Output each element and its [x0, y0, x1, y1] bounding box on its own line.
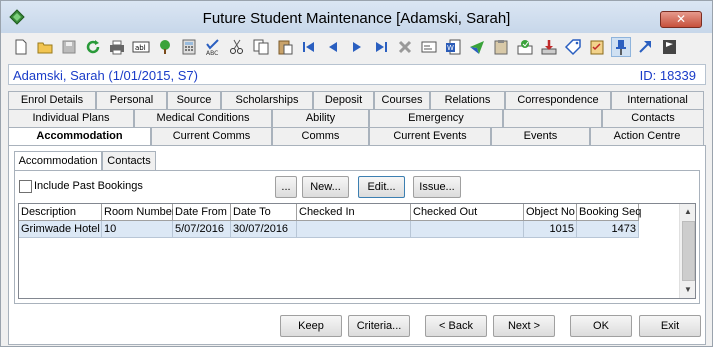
col-checked-out[interactable]: Checked Out [411, 204, 524, 221]
student-name: Adamski, Sarah (1/01/2015, S7) [13, 68, 198, 83]
cell-room-number: 10 [102, 221, 173, 238]
issue-button[interactable]: Issue... [413, 176, 461, 198]
pin-icon[interactable] [611, 37, 631, 57]
tab-row-3: Accommodation Current Comms Comms Curren… [8, 127, 706, 146]
edit-button[interactable]: Edit... [358, 176, 405, 198]
cell-object-no: 1015 [524, 221, 577, 238]
checklist-icon[interactable] [587, 37, 607, 57]
cell-date-to: 30/07/2016 [231, 221, 297, 238]
col-object-no[interactable]: Object No [524, 204, 577, 221]
print-icon[interactable] [107, 37, 127, 57]
tab-enrol-details[interactable]: Enrol Details [8, 91, 96, 109]
last-record-icon[interactable] [371, 37, 391, 57]
arrow-icon[interactable] [635, 37, 655, 57]
tab-scholarships[interactable]: Scholarships [221, 91, 313, 109]
tab-medical-conditions[interactable]: Medical Conditions [134, 109, 272, 127]
tab-courses[interactable]: Courses [374, 91, 430, 109]
cell-checked-in [297, 221, 411, 238]
calculator-icon[interactable] [179, 37, 199, 57]
tab-individual-plans[interactable]: Individual Plans [8, 109, 134, 127]
next-record-icon[interactable] [347, 37, 367, 57]
svg-text:abl: abl [135, 44, 146, 52]
window-title: Future Student Maintenance [Adamski, Sar… [202, 10, 511, 27]
cut-icon[interactable] [227, 37, 247, 57]
title-bar: Future Student Maintenance [Adamski, Sar… [1, 1, 712, 33]
save-icon[interactable] [59, 37, 79, 57]
subtab-contacts[interactable]: Contacts [102, 151, 156, 170]
tab-contacts[interactable]: Contacts [602, 109, 704, 127]
clipboard-icon[interactable] [491, 37, 511, 57]
tab-source[interactable]: Source [167, 91, 221, 109]
student-header: Adamski, Sarah (1/01/2015, S7) ID: 18339 [8, 64, 706, 85]
tab-international[interactable]: International [611, 91, 704, 109]
keep-button[interactable]: Keep [280, 315, 342, 337]
col-date-to[interactable]: Date To [231, 204, 297, 221]
include-past-label: Include Past Bookings [34, 180, 143, 192]
more-button[interactable]: ... [275, 176, 297, 198]
student-id: ID: 18339 [639, 68, 696, 83]
card-icon[interactable] [419, 37, 439, 57]
bookings-grid[interactable]: Description Room Number Date From Date T… [18, 203, 696, 299]
tab-ability[interactable]: Ability [272, 109, 369, 127]
label-icon[interactable]: abl [131, 37, 151, 57]
back-button[interactable]: < Back [425, 315, 487, 337]
new-button[interactable]: New... [302, 176, 349, 198]
svg-text:ABC: ABC [206, 50, 218, 56]
window: Future Student Maintenance [Adamski, Sar… [0, 0, 713, 347]
col-room-number[interactable]: Room Number [102, 204, 176, 221]
mail-icon[interactable] [515, 37, 535, 57]
tab-action-centre[interactable]: Action Centre [590, 127, 704, 145]
col-description[interactable]: Description [19, 204, 102, 221]
new-icon[interactable] [11, 37, 31, 57]
tag-icon[interactable] [563, 37, 583, 57]
toolbar: abl ABC W [8, 34, 706, 60]
cell-description: Grimwade Hotel [19, 221, 102, 238]
tree-icon[interactable] [155, 37, 175, 57]
next-button[interactable]: Next > [493, 315, 555, 337]
copy-icon[interactable] [251, 37, 271, 57]
word-icon[interactable]: W [443, 37, 463, 57]
cell-checked-out [411, 221, 524, 238]
paste-icon[interactable] [275, 37, 295, 57]
tab-relations[interactable]: Relations [430, 91, 505, 109]
subtab-accommodation[interactable]: Accommodation [14, 151, 102, 171]
tab-events[interactable]: Events [491, 127, 590, 145]
spellcheck-icon[interactable]: ABC [203, 37, 223, 57]
tab-current-comms[interactable]: Current Comms [151, 127, 272, 145]
close-button[interactable]: ✕ [660, 11, 702, 28]
cell-booking-seq: 1473 [577, 221, 639, 238]
col-checked-in[interactable]: Checked In [297, 204, 411, 221]
vertical-scrollbar[interactable]: ▲ ▼ [679, 204, 695, 298]
scroll-up-icon[interactable]: ▲ [680, 204, 695, 220]
flag-icon[interactable] [659, 37, 679, 57]
tab-correspondence[interactable]: Correspondence [505, 91, 611, 109]
download-icon[interactable] [539, 37, 559, 57]
ok-button[interactable]: OK [570, 315, 632, 337]
send-icon[interactable] [467, 37, 487, 57]
open-icon[interactable] [35, 37, 55, 57]
include-past-checkbox[interactable] [19, 180, 32, 193]
tab-accommodation[interactable]: Accommodation [8, 127, 151, 146]
scroll-down-icon[interactable]: ▼ [680, 282, 695, 298]
exit-button[interactable]: Exit [639, 315, 701, 337]
tab-emergency[interactable]: Emergency [369, 109, 503, 127]
delete-icon[interactable] [395, 37, 415, 57]
tab-comms[interactable]: Comms [272, 127, 369, 145]
col-booking-seq[interactable]: Booking Seq [577, 204, 641, 221]
previous-record-icon[interactable] [323, 37, 343, 57]
criteria-button[interactable]: Criteria... [348, 315, 410, 337]
cell-date-from: 5/07/2016 [173, 221, 231, 238]
tab-row-1: Enrol Details Personal Source Scholarshi… [8, 91, 706, 109]
col-date-from[interactable]: Date From [173, 204, 231, 221]
tab-personal[interactable]: Personal [96, 91, 167, 109]
first-record-icon[interactable] [299, 37, 319, 57]
tab-row-2: Individual Plans Medical Conditions Abil… [8, 109, 706, 127]
svg-text:W: W [447, 44, 454, 52]
tab-deposit[interactable]: Deposit [313, 91, 374, 109]
scroll-thumb[interactable] [682, 221, 695, 281]
tab-current-events[interactable]: Current Events [369, 127, 491, 145]
tab-blank[interactable] [503, 109, 602, 127]
refresh-icon[interactable] [83, 37, 103, 57]
